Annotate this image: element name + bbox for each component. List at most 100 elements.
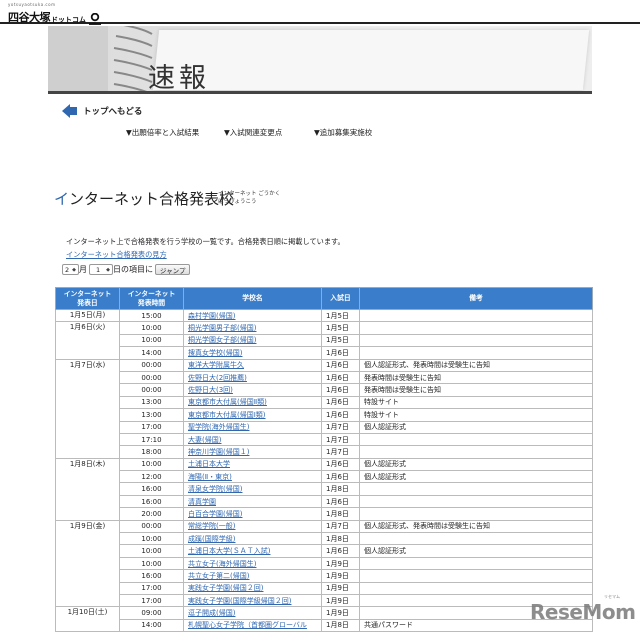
cell-exam-date: 1月8日 [321,618,360,633]
banner-title: 速報 [148,63,210,94]
cell-publish-date: 1月6日(火) [55,321,120,360]
table-row: 20:00 白百合学園(帰国) 1月8日 [56,507,593,521]
cell-school-link[interactable]: 札幌聖心女子学院（首都圏グローバル [183,618,322,633]
cell-exam-date: 1月6日 [321,408,360,422]
cell-school-link[interactable]: 捜真女学校(帰国) [183,346,322,360]
table-row: 1月9日(金) 00:00 常総学院(一般) 1月7日 個人認証形式、発表時間は受験生に… [55,519,593,608]
cell-exam-date: 1月6日 [321,395,360,410]
cell-school-link[interactable]: 桐光学園男子部(帰国) [183,321,322,335]
cell-school-link[interactable]: 実践女子学園(帰国２回) [183,581,322,596]
cell-exam-date: 1月8日 [321,482,360,496]
header-publish-date: インターネット 発表日 [55,287,120,310]
arrow-left-icon [62,104,70,118]
cell-exam-date: 1月6日 [321,346,360,360]
cell-note [359,346,593,360]
day-select[interactable]: 1 ◆ [89,264,113,275]
month-select[interactable]: 2 ◆ [62,264,79,275]
results-table: インターネット 発表日 インターネット 発表時間 学校名 入試日 備考 1月5日… [55,287,593,633]
table-row: 00:00 佐野日大(2回推薦) 1月6日 発表時間は受験生に告知 [56,370,593,385]
cell-school-link[interactable]: 佐野日大(3回) [183,383,322,397]
cell-school-link[interactable]: 逗子開成(帰国) [183,606,322,620]
cell-exam-date: 1月7日 [321,445,360,459]
table-row: 14:00 札幌聖心女子学院（首都圏グローバル 1月8日 共通パスワード [56,618,593,633]
table-header-row: インターネット 発表日 インターネット 発表時間 学校名 入試日 備考 [55,287,593,310]
section-title-reading: インターネット ごうかく はっぴょうこう [218,190,280,206]
cell-school-link[interactable]: 聖学院(海外帰国生) [183,420,322,434]
month-select-value: 2 [65,265,70,274]
cell-note: 発表時間は受験生に告知 [359,370,593,385]
table-row: 10:00 共立女子(海外帰国生) 1月9日 [56,556,593,571]
cell-publish-time: 09:00 [119,606,184,620]
table-row: 1月6日(火) 10:00 桐光学園男子部(帰国) 1月5日 [55,321,593,360]
cell-publish-time: 13:00 [119,408,184,422]
cell-school-link[interactable]: 実践女子学園(国際学級帰国２回) [183,593,322,608]
table-row: 17:00 実践女子学園(国際学級帰国２回) 1月9日 [56,593,593,608]
header-exam-date: 入試日 [321,287,360,310]
cell-school-link[interactable]: 東洋大学附属牛久 [183,358,322,372]
cell-school-link[interactable]: 白百合学園(帰国) [183,507,322,521]
cell-publish-date: 1月5日(月) [55,308,120,323]
section-title-initial: イ [54,190,70,208]
table-row: 00:00 佐野日大(3回) 1月6日 発表時間は受験生に告知 [56,383,593,397]
table-row: 17:00 実践女子学園(帰国２回) 1月9日 [56,581,593,596]
cell-note [359,532,593,546]
cell-note: 特設サイト [359,395,593,410]
cell-school-link[interactable]: 清泉女学院(帰国) [183,482,322,496]
cell-exam-date: 1月5日 [321,321,360,335]
cell-publish-time: 12:00 [119,470,184,484]
cell-school-link[interactable]: 森村学園(帰国) [183,308,322,323]
back-to-top-link[interactable]: トップへもどる [62,104,142,118]
month-unit-label: 月 [79,265,87,274]
description-text: インターネット上で合格発表を行う学校の一覧です。合格発表日順に掲載しています。 [66,237,345,246]
cell-publish-time: 17:00 [119,420,184,434]
cell-exam-date: 1月8日 [321,507,360,521]
table-row: 10:00 成蹊(国際学級) 1月8日 [56,532,593,546]
table-row: 16:00 共立女子第二(帰国) 1月9日 [56,569,593,583]
cell-school-link[interactable]: 大妻(帰国) [183,432,322,447]
cell-exam-date: 1月9日 [321,593,360,608]
header-publish-time-label: インターネット 発表時間 [127,289,176,307]
cell-note [359,556,593,571]
cell-note: 個人認証形式 [359,544,593,558]
table-row: 10:00 桐光学園女子部(帰国) 1月5日 [56,333,593,348]
table-row: 16:00 清泉女学院(帰国) 1月8日 [56,482,593,496]
logo-mark-icon [89,13,101,25]
cell-school-link[interactable]: 海陽(Ⅱ・東京) [183,470,322,484]
cell-exam-date: 1月7日 [321,420,360,434]
nav-link-changes[interactable]: ▼入試関連変更点 [224,127,282,138]
cell-school-link[interactable]: 東京都市大付属(帰国Ⅱ類) [183,395,322,410]
site-logo[interactable]: yotsuyaotsuka.com 四谷大塚 ドットコム [8,2,102,25]
cell-school-link[interactable]: 東京都市大付属(帰国Ⅰ類) [183,408,322,422]
cell-note [359,581,593,596]
nav-link-additional[interactable]: ▼追加募集実施校 [314,127,372,138]
howto-link[interactable]: インターネット合格発表の見方 [66,250,167,260]
jump-button[interactable]: ジャンプ [155,264,191,275]
cell-school-link[interactable]: 成蹊(国際学級) [183,532,322,546]
cell-school-link[interactable]: 佐野日大(2回推薦) [183,370,322,385]
cell-school-link[interactable]: 神奈川学園(帰国１) [183,445,322,459]
cell-publish-date: 1月10日(土) [55,606,120,633]
cell-school-link[interactable]: 土浦日本大学 [183,457,322,472]
cell-exam-date: 1月6日 [321,494,360,509]
cell-school-link[interactable]: 共立女子第二(帰国) [183,569,322,583]
cell-school-link[interactable]: 桐光学園女子部(帰国) [183,333,322,348]
cell-school-link[interactable]: 常総学院(一般) [183,519,322,534]
cell-school-link[interactable]: 清真学園 [183,494,322,509]
table-row: 10:00 土浦日本大学(ＳＡＴ入試) 1月6日 個人認証形式 [56,544,593,558]
header-publish-date-label: インターネット 発表日 [63,289,112,307]
cell-note [359,569,593,583]
cell-note [359,432,593,447]
nav-link-results[interactable]: ▼出願倍率と入試結果 [126,127,199,138]
cell-school-link[interactable]: 土浦日本大学(ＳＡＴ入試) [183,544,322,558]
cell-note: 特設サイト [359,408,593,422]
table-row: 17:00 聖学院(海外帰国生) 1月7日 個人認証形式 [56,420,593,434]
table-row: 17:10 大妻(帰国) 1月7日 [56,432,593,447]
cell-exam-date: 1月9日 [321,556,360,571]
table-row: 1月5日(月) 15:00 森村学園(帰国) 1月5日 [55,308,593,323]
logo-suffix: ドットコム [51,16,86,24]
page-banner: 速報 [48,26,592,94]
header-school: 学校名 [183,287,322,310]
section-title-rest: ンターネット合格発表校 [69,190,235,208]
cell-exam-date: 1月6日 [321,457,360,472]
cell-school-link[interactable]: 共立女子(海外帰国生) [183,556,322,571]
